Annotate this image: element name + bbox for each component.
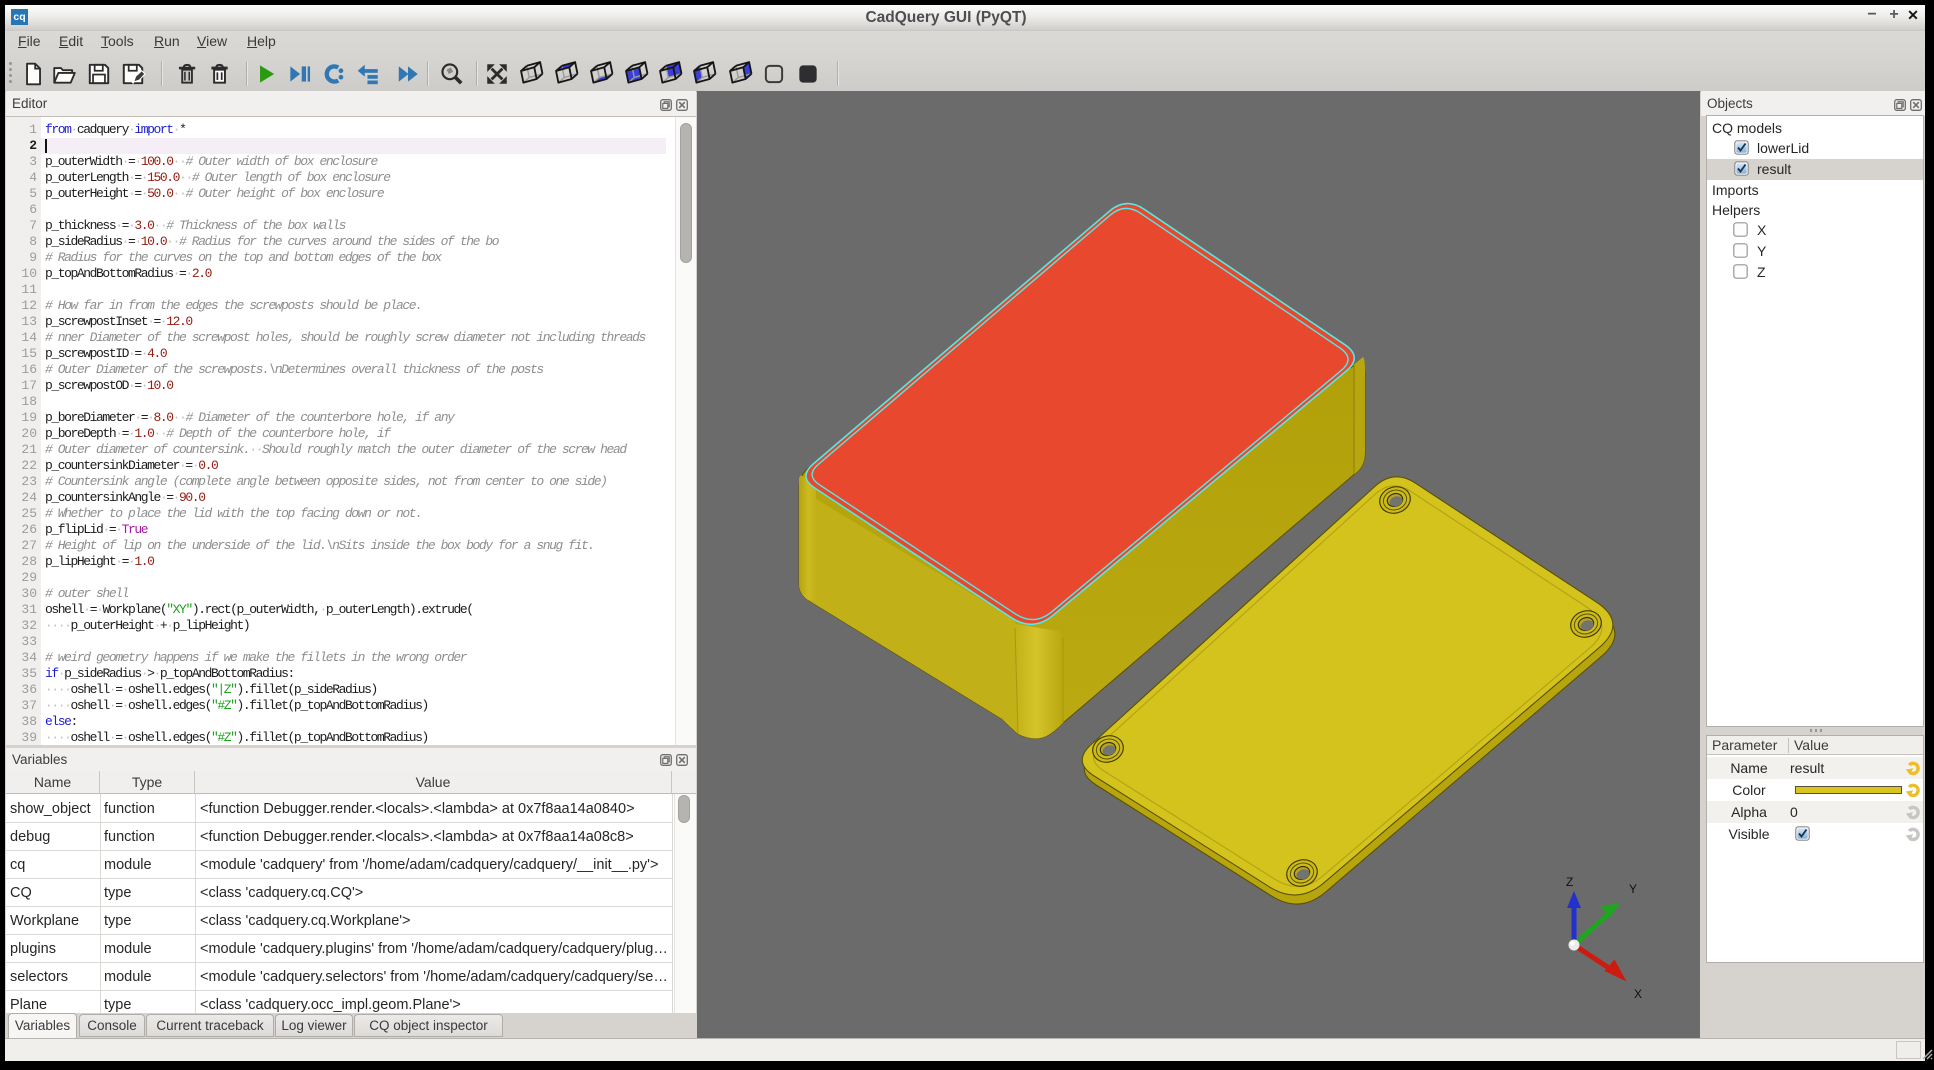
svg-text:X: X [1634, 987, 1642, 1001]
svg-text:Y: Y [1629, 882, 1637, 896]
svg-text:Z: Z [1566, 875, 1573, 889]
